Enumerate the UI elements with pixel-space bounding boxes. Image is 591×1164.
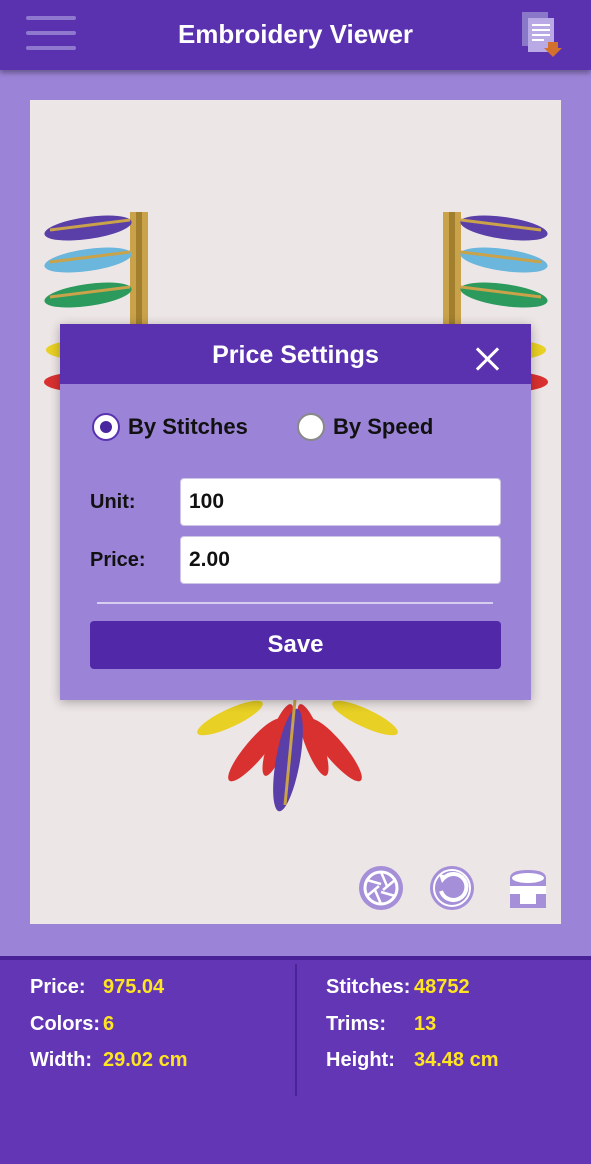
unit-input[interactable]: 100: [180, 478, 501, 526]
price-info-label: Price:: [30, 976, 86, 998]
radio-checked-icon[interactable]: [92, 413, 120, 441]
radio-unchecked-icon[interactable]: [297, 413, 325, 441]
paint-bucket-icon[interactable]: [504, 864, 552, 912]
info-divider: [295, 964, 297, 1096]
design-info-panel: Price: 975.04 Colors: 6 Width: 29.02 cm …: [0, 956, 591, 1164]
radio-by-stitches[interactable]: By Stitches: [92, 412, 248, 442]
file-export-icon[interactable]: [518, 10, 566, 60]
dialog-title: Price Settings: [212, 341, 379, 369]
unit-label: Unit:: [90, 491, 136, 513]
app-title: Embroidery Viewer: [177, 19, 414, 49]
save-button[interactable]: Save: [90, 621, 501, 669]
radio-label-by-speed: By Speed: [333, 414, 434, 439]
height-info-label: Height:: [326, 1049, 395, 1071]
width-info-label: Width:: [30, 1049, 93, 1071]
price-input[interactable]: 2.00: [180, 536, 501, 584]
colors-info-label: Colors:: [30, 1013, 100, 1035]
trims-info-label: Trims:: [326, 1013, 387, 1035]
app-bar: Embroidery Viewer: [0, 0, 591, 70]
dialog-header: Price Settings: [60, 324, 531, 384]
height-info-value: 34.48 cm: [414, 1049, 499, 1071]
aperture-icon[interactable]: [357, 864, 405, 912]
colors-info-value: 6: [103, 1013, 115, 1035]
width-info-value: 29.02 cm: [103, 1049, 188, 1071]
radio-by-speed[interactable]: By Speed: [297, 412, 433, 442]
price-info-value: 975.04: [103, 976, 165, 998]
close-icon[interactable]: [474, 346, 502, 374]
stitches-info-value: 48752: [414, 976, 470, 998]
trims-info-value: 13: [414, 1013, 437, 1035]
rotate-icon[interactable]: [428, 864, 476, 912]
dialog-divider: [97, 602, 493, 604]
radio-label-by-stitches: By Stitches: [128, 414, 248, 439]
price-settings-dialog: Price Settings By Stitches By Speed Unit…: [60, 324, 531, 700]
price-label: Price:: [90, 549, 146, 571]
stitches-info-label: Stitches:: [326, 976, 411, 998]
